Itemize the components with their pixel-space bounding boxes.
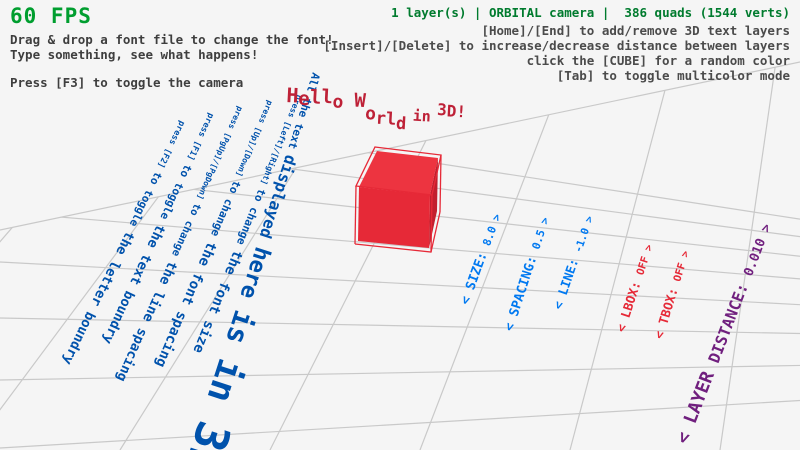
type-hint: Type something, see what happens!	[10, 48, 258, 62]
camera-toggle-hint: Press [F3] to toggle the camera	[10, 76, 243, 90]
hint-layer-distance: [Insert]/[Delete] to increase/decrease d…	[323, 39, 790, 53]
status-bar: 1 layer(s) | ORBITAL camera | 386 quads …	[391, 6, 790, 20]
hello-letter: H	[286, 85, 299, 106]
hello-letter: n	[421, 109, 431, 124]
hint-cube-color: click the [CUBE] for a random color	[527, 54, 790, 68]
hello-letter: d	[396, 116, 407, 134]
hint-multicolor: [Tab] to toggle multicolor mode	[557, 69, 790, 83]
drag-drop-hint: Drag & drop a font file to change the fo…	[10, 33, 334, 47]
raylib-3d-text-demo-window: All the text displayed here is in 3Dpres…	[0, 0, 800, 450]
hint-layers: [Home]/[End] to add/remove 3D text layer…	[481, 24, 790, 38]
hello-letter: !	[456, 104, 466, 120]
fps-counter: 60 FPS	[10, 5, 92, 28]
